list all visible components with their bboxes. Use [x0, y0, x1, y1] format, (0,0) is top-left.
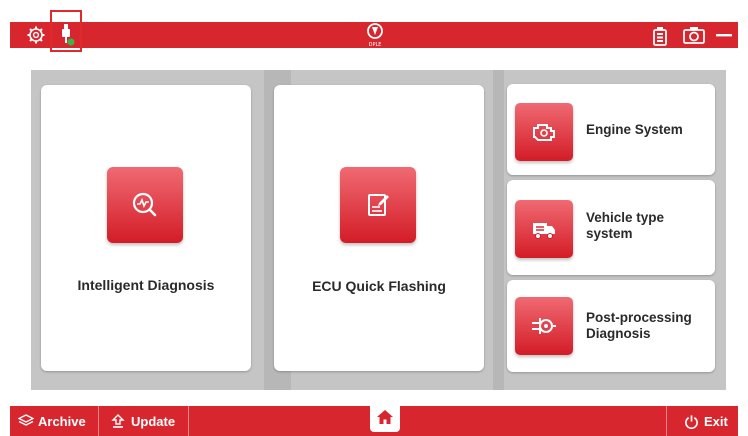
vehicle-type-system-line1: Vehicle type	[586, 210, 665, 225]
update-button[interactable]: Update	[110, 406, 175, 436]
magnifier-pulse-icon	[132, 192, 157, 217]
brand-logo: DPLE	[361, 21, 389, 49]
camera-icon[interactable]	[682, 25, 706, 45]
divider	[98, 406, 99, 436]
power-icon	[685, 414, 698, 429]
upload-icon	[111, 414, 125, 428]
post-processing-line1: Post-processing	[586, 310, 692, 325]
ecu-quick-flashing-card[interactable]: ECU Quick Flashing	[274, 85, 484, 371]
layers-icon	[18, 414, 34, 426]
post-processing-diagnosis-label: Post-processing Diagnosis	[586, 310, 711, 342]
vehicle-icon-tile	[515, 200, 573, 258]
logo-text: DPLE	[369, 42, 382, 48]
exit-label: Exit	[704, 413, 728, 429]
ecu-quick-flashing-label: ECU Quick Flashing	[312, 278, 446, 294]
intelligent-diagnosis-label: Intelligent Diagnosis	[77, 277, 215, 293]
post-processing-diagnosis-card[interactable]: Post-processing Diagnosis	[507, 280, 715, 372]
usb-connector-icon[interactable]	[57, 22, 77, 48]
vehicle-type-system-line2: system	[586, 226, 633, 241]
vehicle-type-system-label: Vehicle type system	[586, 210, 711, 242]
engine-icon	[533, 124, 555, 141]
divider	[188, 406, 189, 436]
post-processing-icon-tile	[515, 297, 573, 355]
home-button[interactable]	[370, 402, 400, 432]
minimize-icon[interactable]	[714, 25, 734, 45]
ecu-icon-tile	[340, 167, 416, 243]
battery-icon	[651, 25, 669, 47]
archive-button[interactable]: Archive	[18, 406, 86, 436]
intelligent-diagnosis-card[interactable]: Intelligent Diagnosis	[41, 85, 251, 371]
update-label: Update	[131, 413, 176, 429]
document-edit-icon	[368, 194, 389, 216]
gear-icon[interactable]	[26, 25, 46, 45]
exit-button[interactable]: Exit	[684, 406, 728, 436]
truck-icon	[533, 223, 555, 239]
engine-icon-tile	[515, 103, 573, 161]
exhaust-filter-icon	[532, 318, 556, 334]
engine-system-label: Engine System	[586, 122, 683, 137]
archive-label: Archive	[38, 413, 86, 429]
divider	[666, 406, 667, 436]
vehicle-type-system-card[interactable]: Vehicle type system	[507, 180, 715, 275]
panel-divider	[493, 70, 504, 390]
diagnosis-icon-tile	[107, 167, 183, 243]
bottom-bar: Archive Update Exit	[10, 402, 738, 436]
engine-system-card[interactable]: Engine System	[507, 84, 715, 175]
home-icon	[377, 410, 393, 424]
post-processing-line2: Diagnosis	[586, 326, 651, 341]
